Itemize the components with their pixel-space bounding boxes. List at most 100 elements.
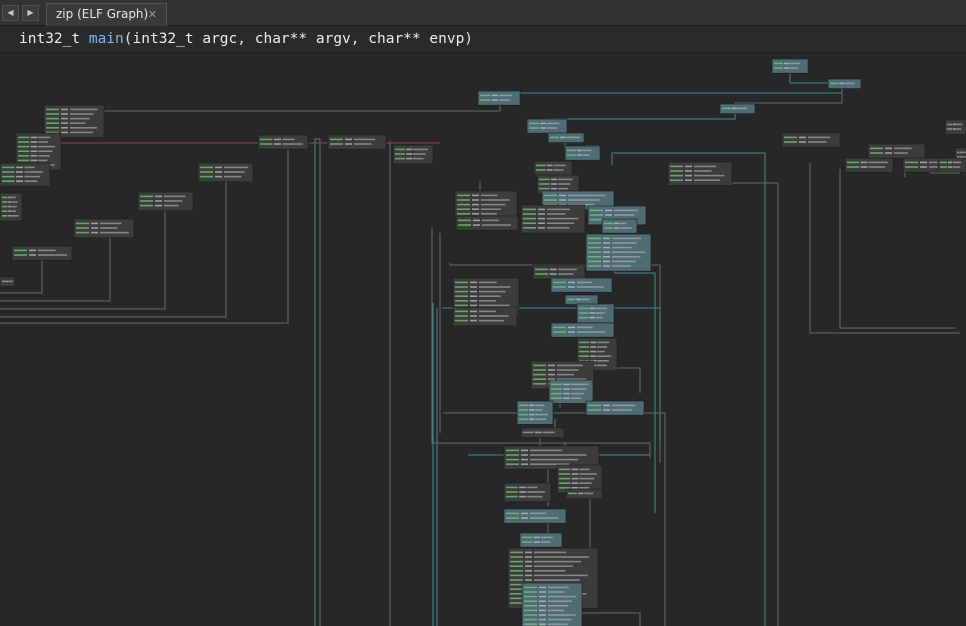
instruction-mnemonic bbox=[61, 113, 68, 115]
instruction-address bbox=[533, 383, 546, 385]
instruction-mnemonic bbox=[576, 298, 582, 301]
close-x-icon[interactable]: ✕ bbox=[148, 4, 157, 25]
instruction-mnemonic bbox=[860, 166, 868, 168]
instruction-operand bbox=[224, 175, 242, 178]
back-button[interactable]: ◀ bbox=[2, 5, 19, 21]
instruction-mnemonic bbox=[563, 388, 570, 390]
instruction-operand bbox=[790, 62, 801, 65]
instruction-operand bbox=[481, 199, 510, 201]
instruction-address bbox=[535, 273, 548, 275]
instruction-operand bbox=[11, 201, 18, 203]
instruction-mnemonic bbox=[472, 213, 479, 215]
instruction-mnemonic bbox=[8, 196, 12, 199]
instruction-operand bbox=[737, 107, 748, 110]
instruction-address bbox=[774, 67, 783, 69]
instruction-operand bbox=[38, 249, 56, 252]
instruction-operand bbox=[952, 166, 960, 168]
instruction-address bbox=[519, 409, 528, 411]
instruction-address bbox=[510, 551, 523, 554]
instruction-address bbox=[458, 224, 471, 226]
instruction-address bbox=[947, 128, 953, 130]
instruction-operand bbox=[597, 350, 605, 353]
instruction-operand bbox=[612, 251, 646, 253]
instruction-mnemonic bbox=[549, 273, 557, 275]
instruction-mnemonic bbox=[491, 94, 499, 97]
instruction-address bbox=[559, 468, 571, 471]
instruction-operand bbox=[597, 346, 608, 348]
instruction-address bbox=[523, 227, 536, 229]
instruction-mnemonic bbox=[470, 300, 477, 302]
instruction-address bbox=[18, 150, 30, 152]
instruction-address bbox=[524, 605, 537, 607]
instruction-operand bbox=[38, 254, 68, 256]
instruction-mnemonic bbox=[960, 151, 962, 154]
instruction-mnemonic bbox=[685, 170, 692, 172]
instruction-operand bbox=[534, 570, 566, 572]
instruction-mnemonic bbox=[550, 187, 558, 190]
instruction-operand bbox=[956, 128, 962, 130]
tab-zip-elf-graph[interactable]: zip (ELF Graph) ✕ bbox=[46, 3, 167, 26]
instruction-operand bbox=[498, 99, 510, 101]
instruction-mnemonic bbox=[535, 431, 542, 434]
instruction-mnemonic bbox=[560, 136, 566, 139]
instruction-operand bbox=[24, 171, 43, 173]
instruction-mnemonic bbox=[589, 312, 595, 314]
instruction-operand bbox=[164, 200, 183, 202]
graph-edge bbox=[614, 263, 656, 513]
instruction-mnemonic bbox=[533, 536, 541, 539]
instruction-mnemonic bbox=[525, 579, 532, 581]
instruction-operand bbox=[24, 180, 38, 182]
instruction-operand bbox=[582, 149, 592, 152]
instruction-address bbox=[524, 609, 537, 612]
instruction-operand bbox=[808, 136, 831, 139]
instruction-operand bbox=[570, 392, 584, 395]
instruction-operand bbox=[70, 122, 86, 124]
instruction-operand bbox=[38, 155, 50, 157]
basic-block bbox=[533, 160, 573, 176]
instruction-mnemonic bbox=[539, 605, 546, 607]
graph-edge bbox=[809, 163, 960, 334]
instruction-operand bbox=[481, 213, 497, 215]
instruction-address bbox=[330, 143, 343, 145]
instruction-operand bbox=[548, 600, 573, 602]
instruction-address bbox=[2, 180, 15, 182]
param-name: envp bbox=[429, 31, 465, 47]
instruction-operand bbox=[100, 227, 118, 229]
instruction-address bbox=[2, 210, 8, 212]
instruction-operand bbox=[482, 224, 512, 226]
instruction-mnemonic bbox=[603, 251, 610, 253]
instruction-mnemonic bbox=[952, 128, 957, 130]
instruction-operand bbox=[548, 591, 565, 593]
instruction-address bbox=[523, 431, 534, 434]
instruction-address bbox=[455, 281, 468, 284]
instruction-address bbox=[567, 154, 576, 156]
instruction-mnemonic bbox=[525, 570, 532, 572]
instruction-operand bbox=[568, 199, 600, 201]
instruction-operand bbox=[894, 147, 912, 150]
instruction-operand bbox=[548, 586, 569, 589]
basic-block bbox=[601, 218, 638, 234]
instruction-mnemonic bbox=[91, 222, 98, 225]
instruction-operand bbox=[530, 517, 559, 519]
function-name[interactable]: main bbox=[89, 31, 124, 47]
basic-block bbox=[519, 532, 563, 548]
forward-button[interactable]: ▶ bbox=[22, 5, 39, 21]
instruction-operand bbox=[479, 300, 497, 302]
instruction-operand bbox=[38, 141, 48, 143]
instruction-operand bbox=[224, 171, 245, 173]
graph-canvas[interactable] bbox=[0, 53, 966, 626]
instruction-mnemonic bbox=[590, 341, 597, 344]
instruction-address bbox=[395, 157, 405, 160]
control-flow-graph[interactable] bbox=[0, 53, 966, 626]
instruction-address bbox=[18, 136, 30, 139]
instruction-address bbox=[524, 595, 537, 598]
instruction-address bbox=[551, 397, 562, 399]
instruction-operand bbox=[557, 373, 574, 376]
instruction-operand bbox=[482, 219, 499, 222]
instruction-mnemonic bbox=[559, 199, 566, 201]
instruction-mnemonic bbox=[550, 183, 558, 185]
instruction-mnemonic bbox=[519, 491, 527, 493]
instruction-operand bbox=[570, 383, 589, 386]
instruction-address bbox=[550, 136, 559, 139]
instruction-address bbox=[18, 145, 30, 148]
